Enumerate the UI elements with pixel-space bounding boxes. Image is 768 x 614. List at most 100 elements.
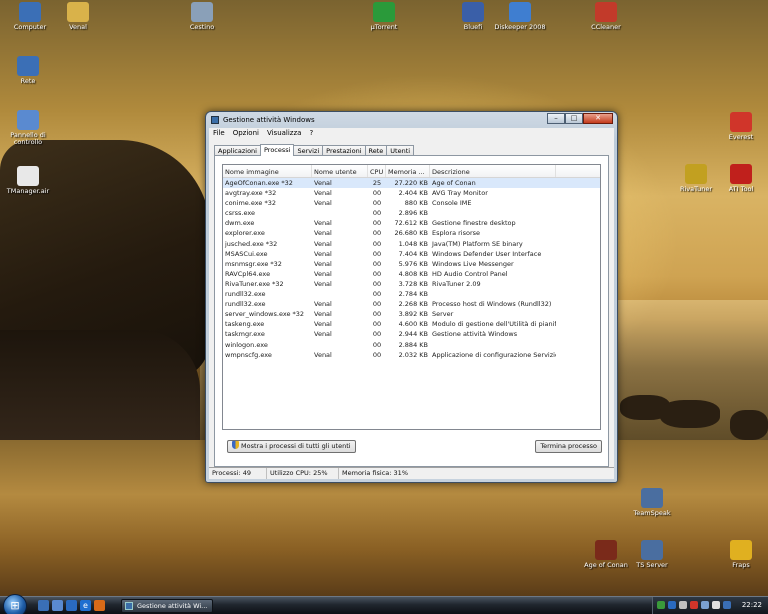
desktop-icon[interactable]: Venal (50, 2, 106, 31)
desktop-icon[interactable]: Fraps (713, 540, 768, 569)
process-list[interactable]: Nome immagine Nome utente CPU Memoria ..… (222, 164, 601, 430)
process-name: taskeng.exe (225, 320, 265, 329)
process-cpu: 00 (372, 350, 382, 359)
table-row[interactable]: rundll32.exe 00 2.784 KB (223, 289, 600, 299)
show-all-processes-button[interactable]: Mostra i processi di tutti gli utenti (227, 440, 356, 453)
tray-avg-icon[interactable] (668, 601, 676, 609)
process-user: Venal (314, 179, 332, 187)
menu-help[interactable]: ? (305, 128, 317, 139)
fraps-icon (730, 540, 752, 560)
process-name: winlogon.exe (225, 340, 268, 349)
menu-options[interactable]: Opzioni (229, 128, 263, 139)
desktop-icon[interactable]: TeamSpeak (624, 488, 680, 517)
table-row[interactable]: conime.exe *32 Venal 00 880 KB Console IME (223, 198, 600, 208)
control-panel-icon (17, 110, 39, 130)
tray-ati-icon[interactable] (690, 601, 698, 609)
desktop-icon[interactable]: ATI Tool (713, 164, 768, 193)
process-cpu: 00 (372, 219, 382, 228)
media-player-icon[interactable] (66, 600, 77, 611)
process-description: Applicazione di configurazione Servizio … (432, 350, 556, 359)
process-memory: 2.944 KB (398, 330, 428, 339)
table-row[interactable]: taskmgr.exe Venal 00 2.944 KB Gestione attiv… (223, 329, 600, 339)
desktop-icon-label: TeamSpeak (633, 509, 671, 517)
switch-windows-icon[interactable] (52, 600, 63, 611)
desktop-icon[interactable]: µTorrent (356, 2, 412, 31)
process-name: rundll32.exe (225, 300, 266, 309)
window-client: Applicazioni Processi Servizi Prestazion… (209, 139, 614, 479)
desktop-icon[interactable]: Diskeeper 2008 (492, 2, 548, 31)
table-row[interactable]: AgeOfConan.exe *32 Venal 25 27.220 KB Age of… (223, 178, 600, 189)
table-row[interactable]: server_windows.exe *32 Venal 00 3.892 KB Ser… (223, 309, 600, 319)
desktop-icon-label: Rete (20, 77, 36, 85)
process-cpu: 00 (372, 269, 382, 278)
table-row[interactable]: wmpnscfg.exe Venal 00 2.032 KB Applicazione … (223, 350, 600, 360)
process-name: taskmgr.exe (225, 330, 265, 339)
table-row[interactable]: dwm.exe Venal 00 72.612 KB Gestione finestre… (223, 218, 600, 228)
process-name: RivaTuner.exe *32 (225, 279, 284, 288)
table-row[interactable]: rundll32.exe Venal 00 2.268 KB Processo host… (223, 299, 600, 309)
process-cpu: 00 (372, 330, 382, 339)
process-name: explorer.exe (225, 229, 265, 238)
column-description[interactable]: Descrizione (430, 165, 556, 177)
table-row[interactable]: taskeng.exe Venal 00 4.600 KB Modulo di gest… (223, 319, 600, 329)
desktop-icon[interactable]: Rete (0, 56, 56, 85)
process-cpu: 00 (372, 290, 382, 299)
firefox-icon[interactable] (94, 600, 105, 611)
process-name: avgtray.exe *32 (225, 189, 277, 198)
process-description: Age of Conan (432, 179, 476, 187)
diskeeper-icon (509, 2, 531, 22)
table-row[interactable]: msnmsgr.exe *32 Venal 00 5.976 KB Windows Li… (223, 259, 600, 269)
desktop-icon[interactable]: TS Server (624, 540, 680, 569)
process-description: Server (432, 310, 454, 319)
table-row[interactable]: RAVCpl64.exe Venal 00 4.808 KB HD Audio Cont… (223, 269, 600, 279)
process-cpu: 00 (372, 229, 382, 238)
process-memory: 26.680 KB (394, 229, 428, 238)
process-name: msnmsgr.exe *32 (225, 259, 282, 268)
table-row[interactable]: avgtray.exe *32 Venal 00 2.404 KB AVG Tray M… (223, 188, 600, 198)
process-user: Venal (314, 269, 332, 278)
process-cpu: 00 (372, 320, 382, 329)
start-button[interactable]: ⊞ (3, 594, 27, 614)
desktop-icon[interactable]: TManager.air (0, 166, 56, 195)
tray-volume-icon[interactable] (712, 601, 720, 609)
process-memory: 2.032 KB (398, 350, 428, 359)
table-row[interactable]: winlogon.exe 00 2.884 KB (223, 340, 600, 350)
column-cpu[interactable]: CPU (368, 165, 386, 177)
show-all-processes-label: Mostra i processi di tutti gli utenti (241, 442, 351, 450)
column-user-name[interactable]: Nome utente (312, 165, 368, 177)
task-manager-window[interactable]: Gestione attività Windows – □ ✕ File Opz… (205, 111, 618, 483)
maximize-button[interactable]: □ (565, 113, 583, 124)
menu-view[interactable]: Visualizza (263, 128, 305, 139)
table-row[interactable]: explorer.exe Venal 00 26.680 KB Esplora riso… (223, 228, 600, 238)
user-folder-icon (67, 2, 89, 22)
table-row[interactable]: csrss.exe 00 2.896 KB (223, 208, 600, 218)
menu-file[interactable]: File (209, 128, 229, 139)
table-row[interactable]: jusched.exe *32 Venal 00 1.048 KB Java(TM) P… (223, 239, 600, 249)
tray-messenger-icon[interactable] (701, 601, 709, 609)
column-image-name[interactable]: Nome immagine (223, 165, 312, 177)
process-description: RivaTuner 2.09 (432, 279, 481, 288)
process-user (312, 340, 368, 350)
minimize-button[interactable]: – (547, 113, 565, 124)
desktop-icon-label: Venal (69, 23, 87, 31)
desktop-icon[interactable]: Cestino (174, 2, 230, 31)
column-memory[interactable]: Memoria ... (386, 165, 430, 177)
desktop-icon[interactable]: Everest (713, 112, 768, 141)
internet-explorer-icon[interactable]: e (80, 600, 91, 611)
end-process-button[interactable]: Termina processo (535, 440, 602, 453)
tray-network-icon[interactable] (679, 601, 687, 609)
close-button[interactable]: ✕ (583, 113, 613, 124)
show-desktop-icon[interactable] (38, 600, 49, 611)
tray-defender-icon[interactable] (723, 601, 731, 609)
process-name: MSASCui.exe (225, 249, 268, 258)
process-user (312, 289, 368, 299)
taskbar-task-manager[interactable]: Gestione attività Wi... (121, 599, 213, 613)
ati-tool-icon (730, 164, 752, 184)
table-row[interactable]: RivaTuner.exe *32 Venal 00 3.728 KB RivaTune… (223, 279, 600, 289)
desktop-icon[interactable]: Pannello di controllo (0, 110, 56, 146)
desktop-icon[interactable]: CCleaner (578, 2, 634, 31)
tab-processes[interactable]: Processi (260, 144, 295, 156)
table-row[interactable]: MSASCui.exe Venal 00 7.404 KB Windows Defend… (223, 249, 600, 259)
tray-utorrent-icon[interactable] (657, 601, 665, 609)
process-description (430, 340, 556, 350)
